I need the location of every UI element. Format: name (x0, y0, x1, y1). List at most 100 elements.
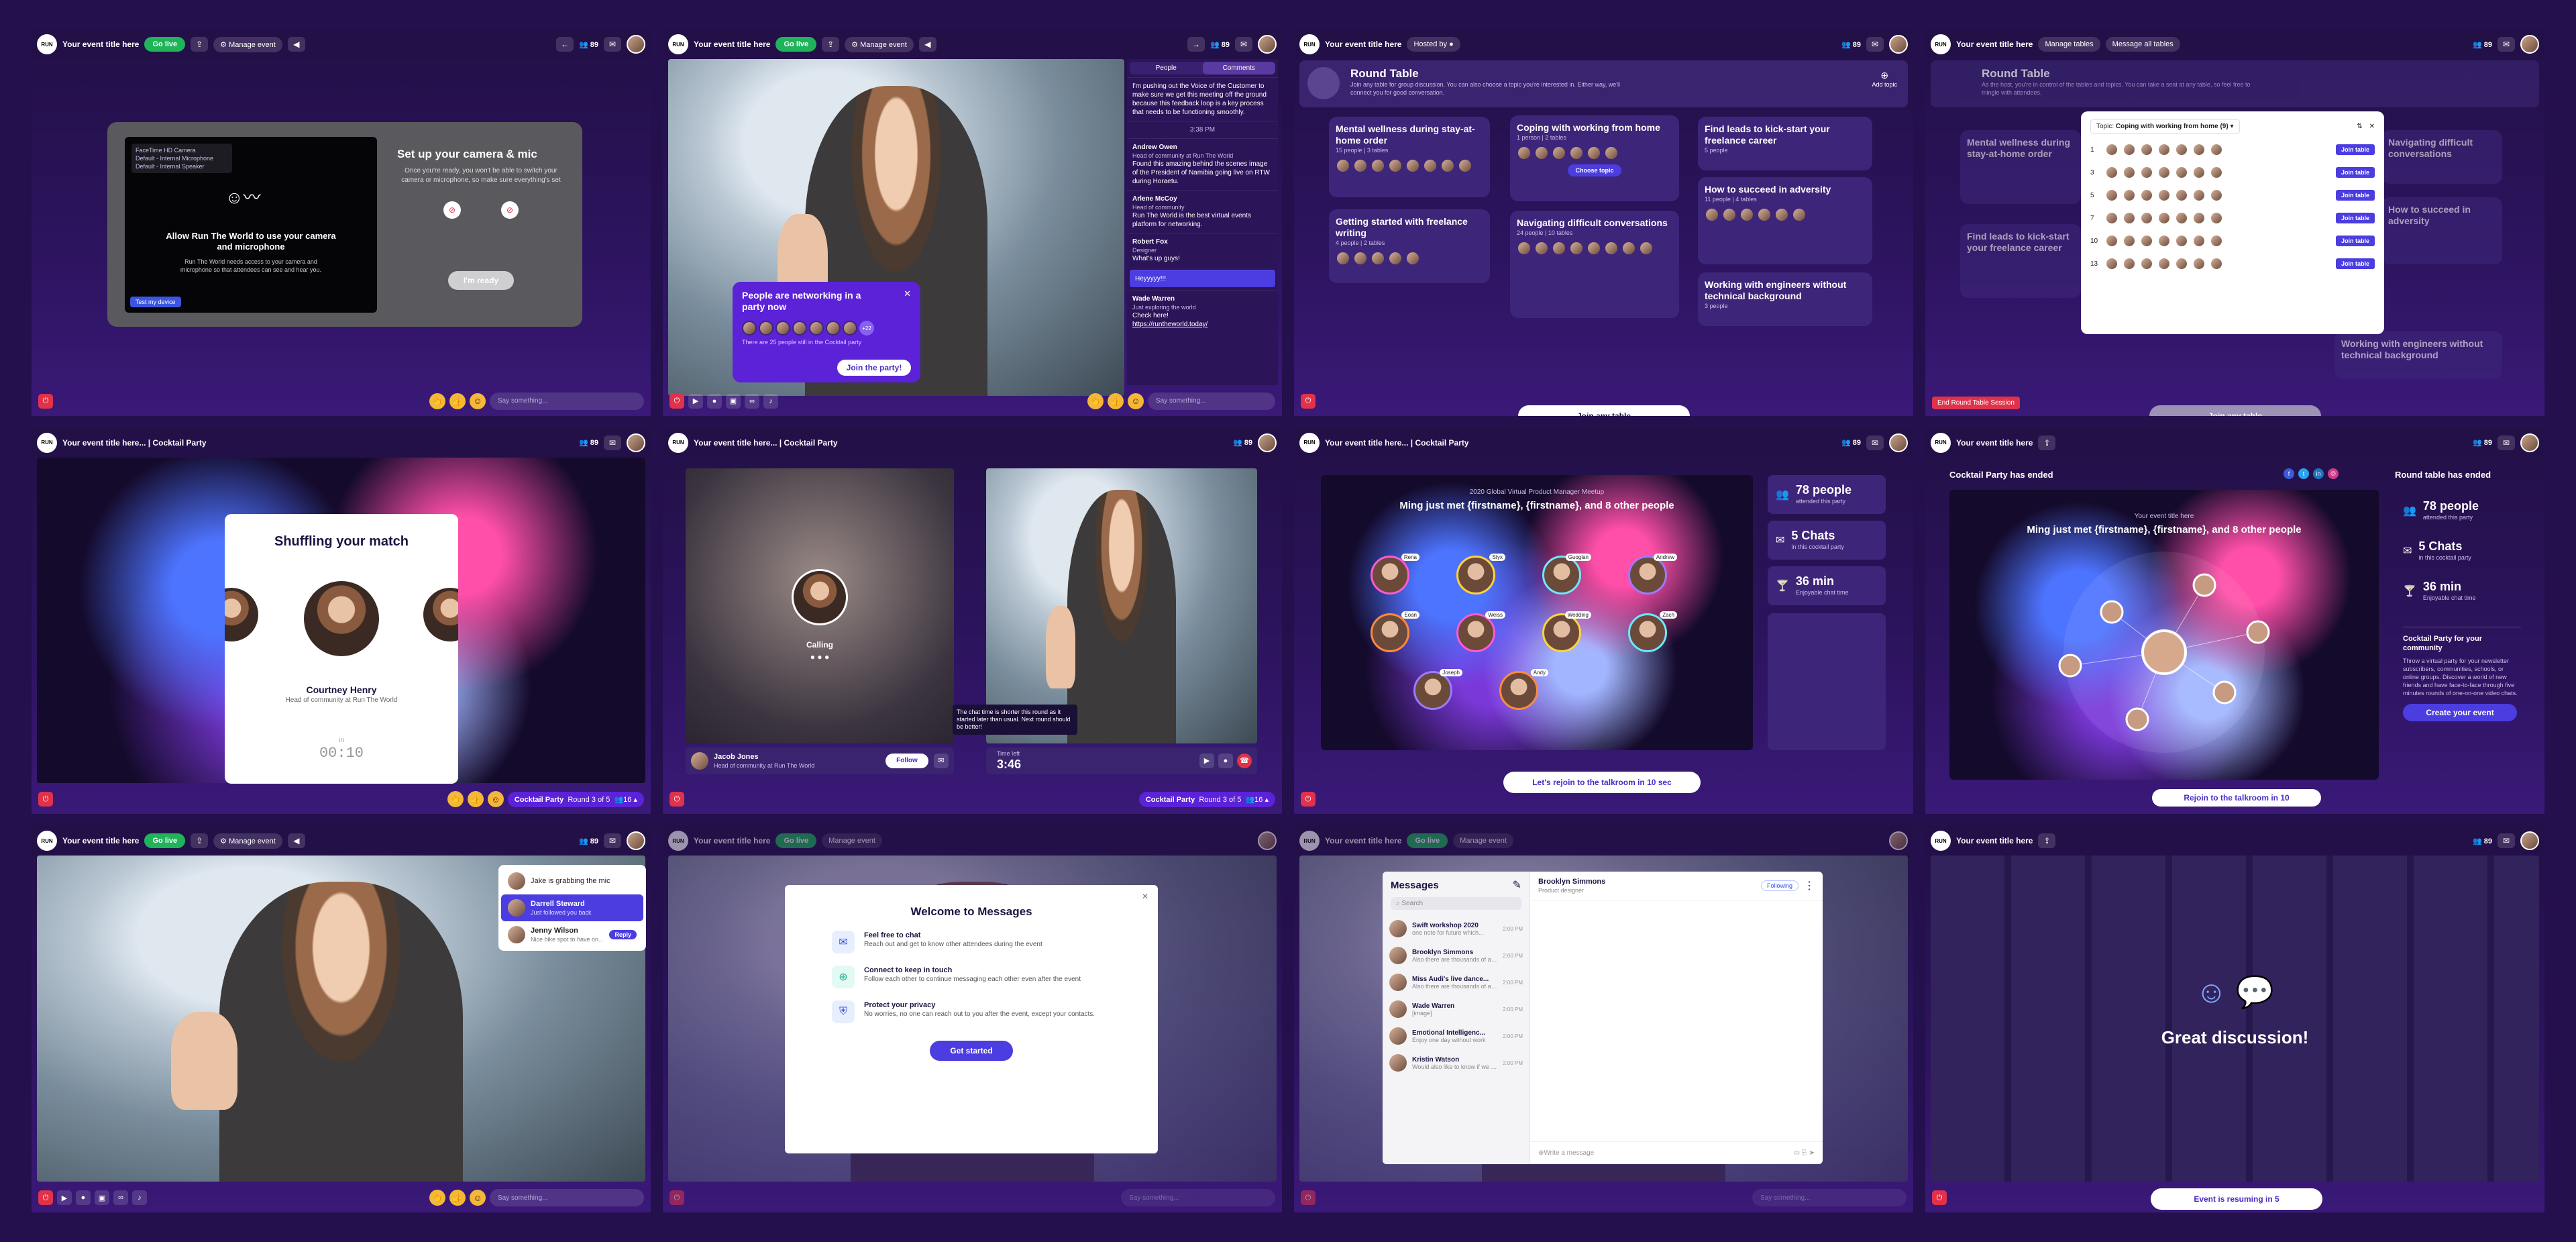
tab-comments[interactable]: Comments (1202, 62, 1275, 74)
table-card[interactable]: How to succeed in adversity 11 people | 4… (1698, 177, 1872, 264)
queue-item[interactable]: Darrell Steward Just followed you back (501, 894, 643, 922)
manage-tables-button[interactable]: Manage tables (2038, 37, 2100, 52)
chat-icon[interactable]: ✉ (604, 833, 621, 849)
chat-icon[interactable]: ✉ (1866, 37, 1884, 52)
attendee-count[interactable]: 👥 89 (1841, 438, 1861, 447)
link-icon[interactable]: ∞ (745, 393, 759, 409)
join-table-button[interactable]: Join table (2335, 213, 2375, 223)
search-input[interactable]: ⌕ Search (1391, 897, 1521, 911)
go-live-button[interactable]: Go live (1407, 833, 1448, 849)
camera-off-icon[interactable]: ⊘ (443, 201, 461, 219)
arrow-icon[interactable]: → (1187, 37, 1205, 52)
event-title[interactable]: Your event title here (62, 836, 139, 845)
queue-item[interactable]: Jake is grabbing the mic (501, 868, 643, 894)
more-icon[interactable]: ⋮ (1804, 879, 1815, 892)
table-card[interactable]: Working with engineers without technical… (2334, 331, 2502, 378)
table-card[interactable]: Working with engineers without technical… (1698, 272, 1872, 326)
link-icon[interactable]: ∞ (113, 1190, 128, 1205)
share-icon[interactable]: ⇪ (2038, 833, 2056, 849)
join-table-button[interactable]: Join table (2335, 190, 2375, 201)
avatar[interactable] (1258, 35, 1277, 54)
party-status[interactable]: Cocktail Party Round 3 of 5 👥16 ▴ (507, 791, 644, 807)
share-icon[interactable]: ⇪ (191, 37, 209, 52)
chat-icon[interactable]: ✉ (604, 435, 621, 450)
chat-icon[interactable]: ✉ (2498, 37, 2515, 52)
hang-up-icon[interactable]: ☎ (1237, 753, 1252, 768)
close-icon[interactable]: ✕ (904, 289, 911, 299)
event-title[interactable]: Your event title here... | Cocktail Part… (62, 438, 207, 448)
music-icon[interactable]: ♪ (132, 1190, 147, 1205)
attendee-count[interactable]: 👥 89 (2473, 40, 2492, 49)
twitter-icon[interactable]: t (2298, 468, 2309, 479)
close-icon[interactable]: ✕ (2369, 123, 2375, 130)
follow-button[interactable]: Follow (885, 753, 928, 768)
avatar[interactable] (627, 35, 645, 54)
compose-icon[interactable]: ✎ (1513, 878, 1521, 892)
table-card[interactable]: Mental wellness during stay-at-home orde… (1329, 117, 1490, 197)
event-title[interactable]: Your event title here (1325, 836, 1401, 845)
end-session-button[interactable]: End Round Table Session (1932, 396, 2020, 409)
linkedin-icon[interactable]: in (2313, 468, 2324, 479)
thread-item[interactable]: Miss Audi's live dance... Also there are … (1383, 969, 1529, 996)
thumbs-emoji-icon[interactable]: 👍 (1108, 393, 1124, 409)
manage-event-button[interactable]: ⚙ Manage event (213, 36, 282, 52)
add-topic-button[interactable]: ⊕ Add topic (1872, 70, 1897, 88)
attendee-count[interactable]: 👥 89 (1841, 40, 1861, 49)
manage-event-button[interactable]: Manage event (822, 833, 882, 849)
event-title[interactable]: Your event title here (62, 40, 139, 49)
manage-event-button[interactable]: ⚙ Manage event (845, 36, 914, 52)
party-status[interactable]: Cocktail Party Round 3 of 5 👥16 ▴ (1138, 791, 1275, 807)
leave-icon[interactable]: ⏻ (38, 792, 53, 807)
leave-icon[interactable]: ⏻ (669, 1190, 684, 1205)
laugh-emoji-icon[interactable]: ☺ (1128, 393, 1144, 409)
avatar[interactable] (2520, 831, 2539, 851)
avatar[interactable] (627, 433, 645, 452)
thread-item[interactable]: Wade Warren [image] 2:00 PM (1383, 996, 1529, 1023)
event-title[interactable]: Your event title here (1956, 40, 2033, 49)
event-title[interactable]: Your event title here (1956, 438, 2033, 448)
reply-button[interactable]: Reply (609, 930, 637, 940)
manage-event-button[interactable]: Manage event (1453, 833, 1513, 849)
get-started-button[interactable]: Get started (930, 1041, 1013, 1062)
table-card[interactable]: Coping with working from home 1 person | … (1510, 115, 1679, 201)
leave-icon[interactable]: ⏻ (1301, 1190, 1316, 1205)
megaphone-icon[interactable]: ◀ (918, 37, 936, 52)
thumbs-emoji-icon[interactable]: 👍 (449, 1190, 466, 1206)
join-table-button[interactable]: Join table (2335, 258, 2375, 269)
mic-device[interactable]: Default - Internal Microphone (136, 154, 228, 162)
table-card[interactable]: Mental wellness during stay-at-home orde… (1960, 130, 2081, 204)
screen-share-icon[interactable]: ▣ (726, 393, 741, 409)
message-all-tables-button[interactable]: Message all tables (2105, 37, 2180, 52)
test-device-button[interactable]: Test my device (130, 297, 181, 307)
say-something-input[interactable]: Say something... (1121, 1189, 1275, 1206)
mic-icon[interactable]: ● (76, 1190, 91, 1205)
following-button[interactable]: Following (1760, 880, 1799, 892)
topic-select[interactable]: Topic: Coping with working from home (9)… (2090, 119, 2240, 134)
avatar[interactable] (627, 831, 645, 851)
instagram-icon[interactable]: ◎ (2328, 468, 2339, 479)
camera-device[interactable]: FaceTime HD Camera (136, 146, 228, 154)
thread-item[interactable]: Brooklyn Simmons Also there are thousands… (1383, 942, 1529, 969)
gif-icon[interactable]: ▭ (1794, 1149, 1800, 1157)
laugh-emoji-icon[interactable]: ☺ (470, 1190, 486, 1206)
attendee-count[interactable]: 👥 89 (579, 837, 598, 845)
camera-icon[interactable]: ▶ (1199, 753, 1214, 768)
share-icon[interactable]: ⇪ (2038, 435, 2056, 450)
join-table-button[interactable]: Join table (2335, 236, 2375, 246)
table-card[interactable]: Navigating difficult conversations 24 peo… (1510, 211, 1679, 318)
go-live-button[interactable]: Go live (775, 833, 817, 849)
send-icon[interactable]: ➤ (1809, 1149, 1815, 1157)
leave-icon[interactable]: ⏻ (38, 393, 53, 409)
go-live-button[interactable]: Go live (144, 37, 186, 52)
sort-icon[interactable]: ⇅ (2357, 123, 2362, 130)
mic-icon[interactable]: ● (1218, 753, 1233, 768)
message-link[interactable]: https://runtheworld.today/ (1132, 320, 1273, 329)
event-title[interactable]: Your event title here... | Cocktail Part… (694, 438, 838, 448)
attendee-count[interactable]: 👥 89 (2473, 837, 2492, 845)
close-icon[interactable]: ✕ (1142, 892, 1148, 901)
say-something-input[interactable]: Say something... (490, 392, 644, 410)
megaphone-icon[interactable]: ◀ (287, 37, 305, 52)
attendee-count[interactable]: 👥 89 (1210, 40, 1230, 49)
join-party-button[interactable]: Join the party! (837, 360, 911, 376)
event-title[interactable]: Your event title here (694, 836, 770, 845)
